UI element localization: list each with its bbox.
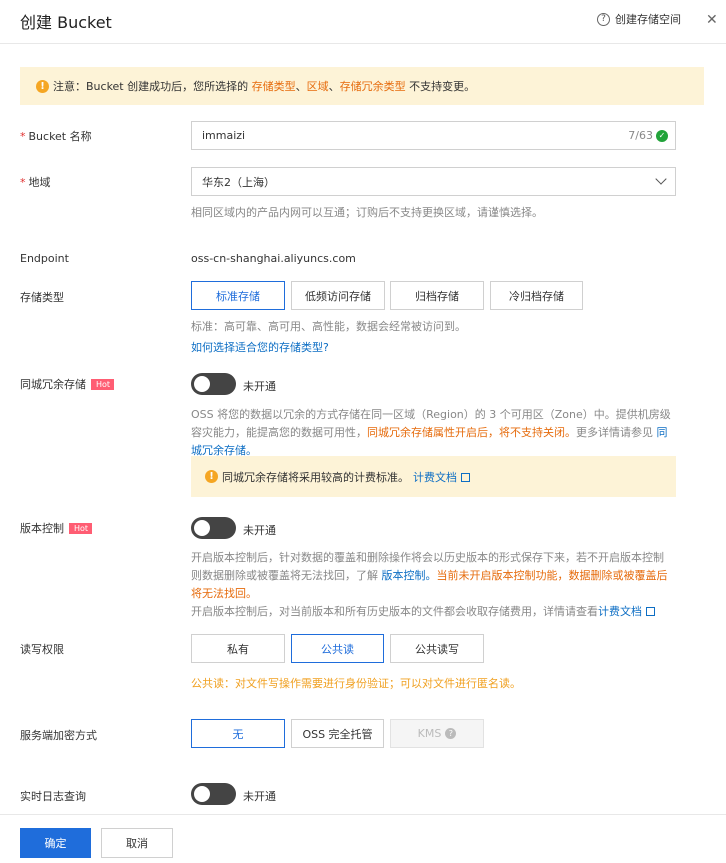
storage-class-archive[interactable]: 归档存储 — [390, 281, 484, 310]
billing-doc-link[interactable]: 计费文档 — [598, 605, 642, 618]
storage-class-standard[interactable]: 标准存储 — [191, 281, 285, 310]
close-icon[interactable]: ✕ — [706, 12, 718, 28]
storage-class-guide-link[interactable]: 如何选择适合您的存储类型? — [191, 339, 329, 355]
storage-class-label: 存储类型 — [20, 291, 64, 304]
zrs-tip-text: 同城冗余存储将采用较高的计费标准。 — [222, 470, 409, 484]
zrs-toggle[interactable] — [191, 373, 236, 395]
versioning-doc-link[interactable]: 版本控制。 — [382, 569, 437, 582]
confirm-button[interactable]: 确定 — [20, 828, 91, 858]
notice-sep: 、 — [295, 80, 307, 93]
toggle-knob — [194, 786, 210, 802]
realtime-log-toggle[interactable] — [191, 783, 236, 805]
notice-sep: 、 — [328, 80, 340, 93]
realtime-log-state: 未开通 — [243, 790, 276, 803]
versioning-state: 未开通 — [243, 524, 276, 537]
notice-text: 注意：Bucket 创建成功后，您所选择的 存储类型、区域、存储冗余类型 不支持… — [53, 78, 475, 94]
acl-warning: 公共读：对文件写操作需要进行身份验证；可以对文件进行匿名读。 — [191, 677, 521, 690]
realtime-log-label: 实时日志查询 — [20, 790, 86, 803]
chevron-down-icon — [655, 173, 667, 185]
acl-public-read[interactable]: 公共读 — [291, 634, 384, 663]
storage-class-help: 标准：高可靠、高可用、高性能，数据会经常被访问到。 — [191, 320, 466, 333]
cancel-button[interactable]: 取消 — [101, 828, 173, 858]
dialog-title: 创建 Bucket — [20, 13, 112, 32]
dialog-footer: 确定 取消 — [0, 814, 726, 863]
external-link-icon — [646, 607, 655, 616]
notice-prefix: 注意：Bucket 创建成功后，您所选择的 — [53, 80, 252, 93]
zrs-state: 未开通 — [243, 380, 276, 393]
versioning-description: 开启版本控制后，针对数据的覆盖和删除操作将会以历史版本的形式保存下来，若不开启版… — [191, 551, 668, 618]
help-label: 创建存储空间 — [615, 13, 681, 26]
region-select[interactable]: 华东2（上海） — [191, 167, 676, 196]
storage-class-cold-archive[interactable]: 冷归档存储 — [490, 281, 583, 310]
external-link-icon — [461, 473, 470, 482]
question-icon: ? — [445, 728, 457, 739]
region-label: * 地域 — [20, 176, 51, 189]
check-icon: ✓ — [656, 129, 668, 142]
question-icon: ? — [597, 12, 610, 26]
storage-class-ia[interactable]: 低频访问存储 — [291, 281, 385, 310]
versioning-label: 版本控制 Hot — [20, 520, 93, 536]
notice-suffix: 不支持变更。 — [405, 80, 476, 93]
hot-badge: Hot — [91, 379, 115, 390]
region-value: 华东2（上海） — [202, 175, 275, 189]
bucket-name-input[interactable]: immaizi 7/63 ✓ — [191, 121, 676, 150]
toggle-knob — [194, 376, 210, 392]
bucket-name-label: * Bucket 名称 — [20, 130, 92, 143]
acl-label: 读写权限 — [20, 643, 64, 656]
char-counter: 7/63 — [628, 129, 653, 142]
zrs-label: 同城冗余存储 Hot — [20, 376, 115, 392]
region-help: 相同区域内的产品内网可以互通；订购后不支持更换区域，请谨慎选择。 — [191, 206, 543, 219]
encryption-none[interactable]: 无 — [191, 719, 285, 748]
endpoint-label: Endpoint — [20, 252, 69, 265]
bucket-name-value: immaizi — [202, 129, 246, 142]
notice-highlight: 区域 — [306, 80, 329, 93]
encryption-label: 服务端加密方式 — [20, 729, 97, 742]
notice-highlight: 存储冗余类型 — [339, 80, 406, 93]
zrs-description: OSS 将您的数据以冗余的方式存储在同一区域（Region）的 3 个可用区（Z… — [191, 408, 671, 457]
acl-private[interactable]: 私有 — [191, 634, 285, 663]
notice-banner: ! 注意：Bucket 创建成功后，您所选择的 存储类型、区域、存储冗余类型 不… — [20, 67, 704, 105]
help-link[interactable]: ? 创建存储空间 — [597, 11, 681, 27]
endpoint-value: oss-cn-shanghai.aliyuncs.com — [191, 252, 356, 265]
encryption-oss-managed[interactable]: OSS 完全托管 — [291, 719, 384, 748]
toggle-knob — [194, 520, 210, 536]
dialog-header: 创建 Bucket ? 创建存储空间 ✕ — [0, 0, 726, 44]
notice-highlight: 存储类型 — [251, 80, 296, 93]
versioning-toggle[interactable] — [191, 517, 236, 539]
warning-icon: ! — [205, 470, 218, 483]
acl-public-read-write[interactable]: 公共读写 — [390, 634, 484, 663]
encryption-kms: KMS? — [390, 719, 484, 748]
billing-doc-link[interactable]: 计费文档 — [413, 469, 457, 485]
zrs-billing-tip: ! 同城冗余存储将采用较高的计费标准。 计费文档 — [191, 456, 676, 497]
warning-icon: ! — [36, 79, 49, 93]
hot-badge: Hot — [69, 523, 93, 534]
